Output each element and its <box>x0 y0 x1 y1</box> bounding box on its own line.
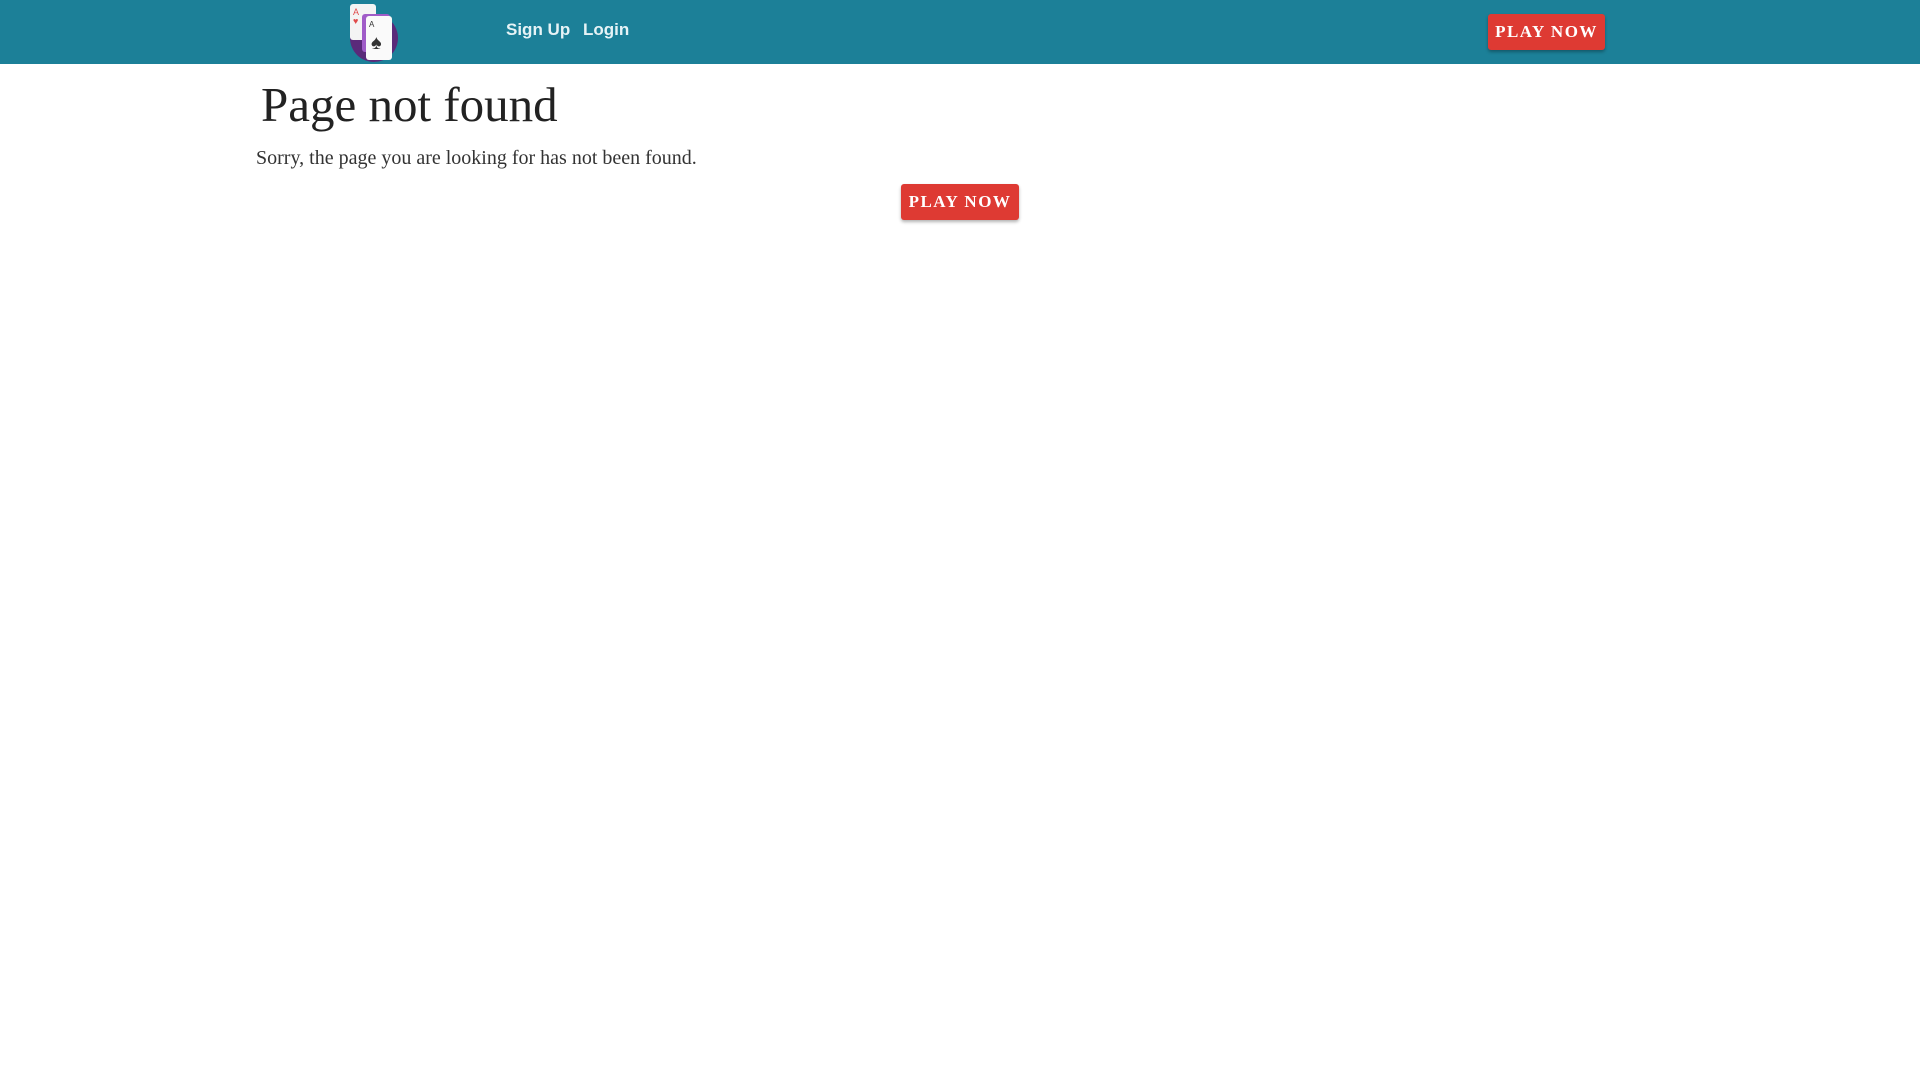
svg-text:♥: ♥ <box>353 16 358 26</box>
svg-text:♠: ♠ <box>371 32 382 54</box>
play-now-button[interactable]: PLAY NOW <box>901 184 1019 220</box>
not-found-message: Sorry, the page you are looking for has … <box>256 147 697 169</box>
playing-cards-logo-icon[interactable]: A ♥ A ♠ <box>344 2 404 62</box>
sign-up-link[interactable]: Sign Up <box>506 20 570 40</box>
header-play-now-button[interactable]: PLAY NOW <box>1488 14 1605 50</box>
login-link[interactable]: Login <box>583 20 629 40</box>
page-title: Page not found <box>261 77 558 132</box>
svg-text:A: A <box>369 20 375 29</box>
top-navbar: A ♥ A ♠ Sign Up Login PLAY NOW <box>0 0 1920 64</box>
